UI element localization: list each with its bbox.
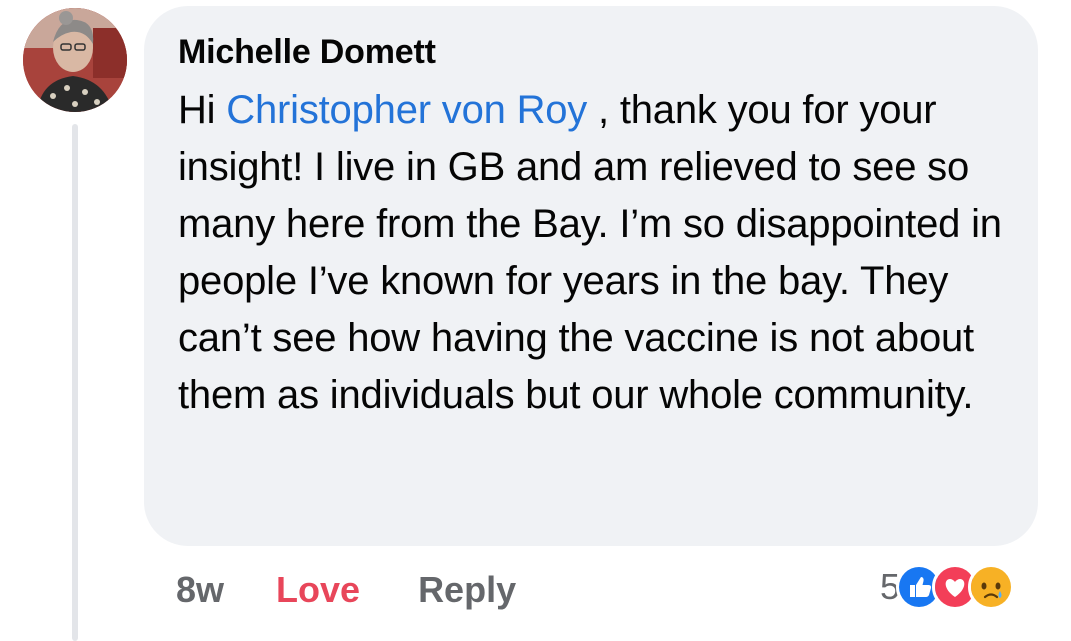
reply-button[interactable]: Reply	[418, 569, 516, 611]
comment-greeting: Hi	[178, 88, 227, 132]
author-name[interactable]: Michelle Domett	[178, 32, 1004, 72]
thread-line	[72, 124, 78, 641]
reaction-summary[interactable]: 5	[880, 562, 1015, 612]
sad-icon	[968, 564, 1015, 610]
mention-link[interactable]: Christopher von Roy	[226, 88, 587, 132]
timestamp[interactable]: 8w	[176, 569, 224, 611]
comment-body: , thank you for your insight! I live in …	[178, 88, 1002, 417]
comment-text: Hi Christopher von Roy , thank you for y…	[178, 82, 1004, 424]
avatar[interactable]	[23, 8, 127, 112]
avatar-photo	[23, 8, 127, 112]
comment-bubble: Michelle Domett Hi Christopher von Roy ,…	[144, 6, 1038, 546]
love-button[interactable]: Love	[276, 569, 360, 611]
comment-actions: 8w Love Reply	[176, 566, 516, 614]
